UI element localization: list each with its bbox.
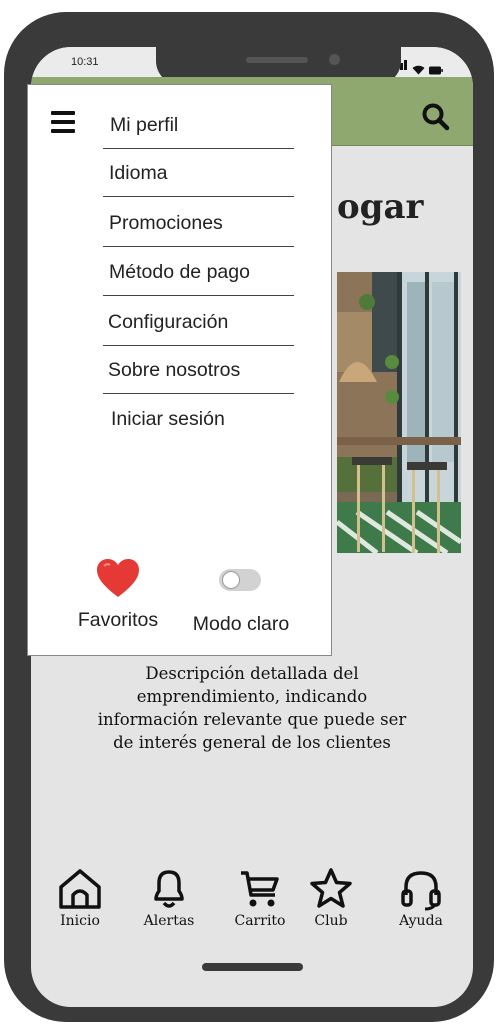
nav-label-inicio: Inicio [60, 913, 100, 929]
cart-icon [241, 871, 279, 907]
nav-ayuda[interactable]: Ayuda [386, 867, 456, 929]
toggle-knob [222, 571, 240, 589]
nav-label-alertas: Alertas [143, 913, 195, 929]
status-icons [396, 57, 443, 75]
menu-item-promociones[interactable]: Promociones [103, 201, 294, 247]
nav-carrito[interactable]: Carrito [225, 867, 295, 929]
menu-item-label: Mi perfil [110, 114, 179, 136]
menu-item-label: Promociones [109, 212, 223, 234]
nav-label-ayuda: Ayuda [399, 913, 443, 929]
star-icon [310, 868, 352, 908]
home-icon [59, 869, 101, 909]
nav-club[interactable]: Club [296, 867, 366, 929]
wifi-icon [412, 65, 425, 75]
menu-item-idioma[interactable]: Idioma [103, 151, 294, 197]
battery-icon [429, 66, 443, 75]
page-title: ogar [337, 187, 424, 227]
nav-label-carrito: Carrito [234, 913, 286, 929]
favorites-label: Favoritos [77, 609, 159, 631]
heart-icon [97, 559, 139, 597]
menu-item-sobre-nosotros[interactable]: Sobre nosotros [103, 348, 294, 394]
menu-item-label: Idioma [109, 162, 168, 184]
menu-item-configuracion[interactable]: Configuración [103, 300, 294, 346]
favorites-option[interactable]: Favoritos [72, 557, 164, 632]
menu-item-label: Configuración [108, 311, 229, 333]
nav-alertas[interactable]: Alertas [134, 867, 204, 929]
menu-item-mi-perfil[interactable]: Mi perfil [103, 103, 294, 149]
status-time: 10:31 [71, 56, 99, 68]
search-icon[interactable] [421, 102, 451, 132]
front-camera [329, 54, 340, 65]
menu-item-label: Método de pago [109, 261, 250, 283]
light-mode-toggle[interactable] [219, 569, 261, 591]
bell-icon [154, 870, 184, 908]
headset-icon [401, 871, 441, 911]
light-mode-label: Modo claro [192, 613, 290, 635]
hamburger-menu-icon[interactable] [51, 111, 75, 135]
menu-item-iniciar-sesion[interactable]: Iniciar sesión [103, 396, 294, 442]
home-indicator[interactable] [202, 963, 303, 971]
side-drawer: Mi perfil Idioma Promociones Método de p… [27, 84, 332, 656]
business-photo [337, 272, 461, 553]
light-mode-option: Modo claro [186, 557, 296, 637]
menu-item-label: Sobre nosotros [108, 359, 241, 381]
menu-item-metodo-de-pago[interactable]: Método de pago [103, 250, 294, 296]
business-description: Descripción detallada del emprendimiento… [97, 664, 407, 752]
menu-item-label: Iniciar sesión [111, 407, 225, 430]
nav-label-club: Club [314, 913, 348, 929]
nav-inicio[interactable]: Inicio [45, 867, 115, 929]
speaker-grille [246, 57, 308, 63]
